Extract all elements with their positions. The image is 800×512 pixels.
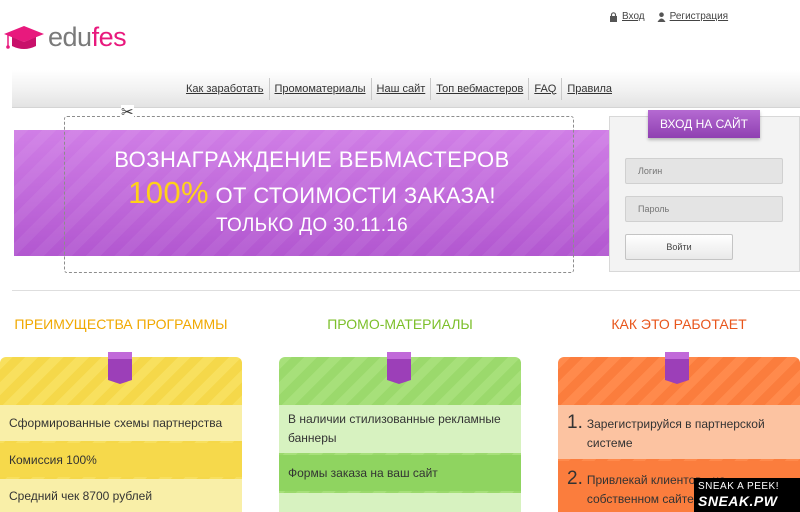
step-text: Зарегистрируйся в партнерской системе <box>586 417 765 450</box>
list-item: Средний чек 8700 рублей <box>0 479 242 512</box>
graduation-cap-icon <box>4 26 44 49</box>
nav-item-how-to-earn[interactable]: Как заработать <box>181 83 269 95</box>
banner-highlight: 100% <box>128 175 209 210</box>
pin-tag-icon <box>665 352 689 384</box>
password-input[interactable] <box>625 196 783 222</box>
register-link[interactable]: Регистрация <box>657 11 728 22</box>
banner-line-1: ВОЗНАГРАЖДЕНИЕ ВЕБМАСТЕРОВ <box>114 147 510 172</box>
main-nav: Как заработать Промоматериалы Наш сайт Т… <box>12 70 800 108</box>
banner-line-3: ТОЛЬКО ДО 30.11.16 <box>215 215 409 236</box>
logo[interactable]: edufes <box>2 20 127 54</box>
section-divider <box>12 290 800 291</box>
nav-item-rules[interactable]: Правила <box>562 83 617 95</box>
list-item <box>279 493 521 512</box>
pin-tag-icon <box>108 352 132 384</box>
column-title-promo: ПРОМО-МАТЕРИАЛЫ <box>327 316 473 332</box>
step-item: 1. Зарегистрируйся в партнерской системе <box>558 405 800 459</box>
login-link[interactable]: Вход <box>609 11 645 22</box>
watermark: SNEAK A PEEK! SNEAK.PW <box>694 478 800 512</box>
list-item: Формы заказа на ваш сайт <box>279 455 521 491</box>
banner-line-2-rest: ОТ СТОИМОСТИ ЗАКАЗА! <box>208 183 496 208</box>
logo-text-fes: fes <box>91 21 127 52</box>
login-panel-title: ВХОД НА САЙТ <box>648 110 760 138</box>
nav-item-our-site[interactable]: Наш сайт <box>372 83 431 95</box>
banner-text: ВОЗНАГРАЖДЕНИЕ ВЕБМАСТЕРОВ 100% ОТ СТОИМ… <box>14 130 610 256</box>
column-title-how-it-works: КАК ЭТО РАБОТАЕТ <box>611 316 747 332</box>
login-submit-button[interactable]: Войти <box>625 234 733 260</box>
list-item: Комиссия 100% <box>0 443 242 477</box>
nav-item-top-webmasters[interactable]: Топ вебмастеров <box>431 83 528 95</box>
banner-line-2: 100% ОТ СТОИМОСТИ ЗАКАЗА! <box>14 175 610 211</box>
step-number: 2. <box>567 468 583 489</box>
list-item: В наличии стилизованные рекламные баннер… <box>279 405 521 453</box>
auth-links: Вход Регистрация <box>609 11 728 22</box>
watermark-line-2: SNEAK.PW <box>698 493 778 509</box>
nav-item-faq[interactable]: FAQ <box>529 83 561 95</box>
logo-text-edu: edu <box>48 21 92 52</box>
lock-icon <box>610 11 617 22</box>
list-item: Сформированные схемы партнерства <box>0 405 242 441</box>
watermark-line-1: SNEAK A PEEK! <box>698 481 779 492</box>
column-title-advantages: ПРЕИМУЩЕСТВА ПРОГРАММЫ <box>14 316 228 332</box>
pin-tag-icon <box>387 352 411 384</box>
nav-item-promo[interactable]: Промоматериалы <box>270 83 371 95</box>
step-number: 1. <box>567 412 583 433</box>
register-link-label: Регистрация <box>669 11 729 22</box>
login-link-label: Вход <box>622 11 645 22</box>
scissors-icon: ✂ <box>121 104 134 121</box>
login-input[interactable] <box>625 158 783 184</box>
user-icon <box>657 11 666 22</box>
